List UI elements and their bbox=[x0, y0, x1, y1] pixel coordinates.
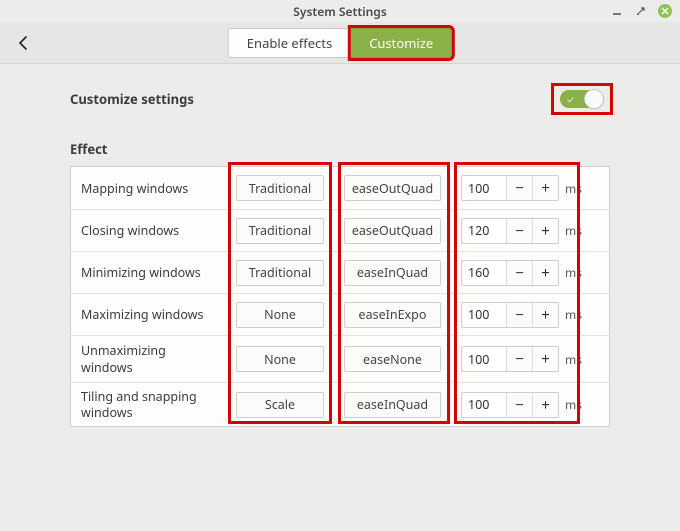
unit-label: ms bbox=[565, 180, 583, 197]
decrement-button[interactable]: − bbox=[506, 219, 532, 243]
table-row: Closing windows Traditional easeOutQuad … bbox=[71, 209, 609, 251]
customize-toggle-label: Customize settings bbox=[70, 90, 194, 108]
decrement-button[interactable]: − bbox=[506, 176, 532, 200]
table-row: Maximizing windows None easeInExpo − + m… bbox=[71, 293, 609, 335]
duration-input[interactable] bbox=[462, 176, 506, 200]
row-label: Maximizing windows bbox=[71, 300, 226, 329]
easing-dropdown[interactable]: easeInQuad bbox=[344, 392, 441, 418]
row-label: Tiling and snapping windows bbox=[71, 383, 226, 426]
window-title: System Settings bbox=[293, 3, 386, 20]
close-icon[interactable] bbox=[658, 4, 672, 18]
increment-button[interactable]: + bbox=[532, 219, 558, 243]
easing-dropdown[interactable]: easeNone bbox=[344, 346, 441, 372]
duration-input[interactable] bbox=[462, 219, 506, 243]
unit-label: ms bbox=[565, 306, 583, 323]
duration-spinner: − + ms bbox=[461, 346, 591, 372]
unit-label: ms bbox=[565, 222, 583, 239]
decrement-button[interactable]: − bbox=[506, 393, 532, 417]
check-icon: ✓ bbox=[567, 94, 574, 104]
duration-spinner: − + ms bbox=[461, 260, 591, 286]
style-dropdown[interactable]: None bbox=[236, 346, 324, 372]
customize-toggle-row: Customize settings ✓ bbox=[70, 86, 610, 112]
duration-input[interactable] bbox=[462, 261, 506, 285]
increment-button[interactable]: + bbox=[532, 393, 558, 417]
row-label: Closing windows bbox=[71, 216, 226, 245]
increment-button[interactable]: + bbox=[532, 176, 558, 200]
increment-button[interactable]: + bbox=[532, 347, 558, 371]
style-dropdown[interactable]: Traditional bbox=[236, 218, 324, 244]
style-dropdown[interactable]: Scale bbox=[236, 392, 324, 418]
row-label: Minimizing windows bbox=[71, 258, 226, 287]
table-row: Minimizing windows Traditional easeInQua… bbox=[71, 251, 609, 293]
window-controls bbox=[610, 0, 672, 22]
table-row: Tiling and snapping windows Scale easeIn… bbox=[71, 382, 609, 426]
increment-button[interactable]: + bbox=[532, 261, 558, 285]
easing-dropdown[interactable]: easeOutQuad bbox=[344, 175, 441, 201]
table-row: Unmaximizing windows None easeNone − + m… bbox=[71, 335, 609, 382]
duration-spinner: − + ms bbox=[461, 302, 591, 328]
easing-dropdown[interactable]: easeOutQuad bbox=[344, 218, 441, 244]
decrement-button[interactable]: − bbox=[506, 347, 532, 371]
style-dropdown[interactable]: Traditional bbox=[236, 175, 324, 201]
toggle-knob bbox=[584, 89, 604, 109]
effects-table: Mapping windows Traditional easeOutQuad … bbox=[70, 166, 610, 427]
easing-dropdown[interactable]: easeInExpo bbox=[344, 302, 441, 328]
duration-spinner: − + ms bbox=[461, 392, 591, 418]
decrement-button[interactable]: − bbox=[506, 261, 532, 285]
style-dropdown[interactable]: None bbox=[236, 302, 324, 328]
decrement-button[interactable]: − bbox=[506, 303, 532, 327]
titlebar: System Settings bbox=[0, 0, 680, 22]
effects-table-wrap: Mapping windows Traditional easeOutQuad … bbox=[70, 166, 610, 427]
section-heading: Effect bbox=[70, 140, 610, 158]
duration-input[interactable] bbox=[462, 393, 506, 417]
duration-input[interactable] bbox=[462, 347, 506, 371]
tab-enable-effects[interactable]: Enable effects bbox=[228, 28, 351, 58]
duration-input[interactable] bbox=[462, 303, 506, 327]
maximize-icon[interactable] bbox=[634, 4, 648, 18]
back-button[interactable] bbox=[10, 29, 38, 57]
minimize-icon[interactable] bbox=[610, 4, 624, 18]
unit-label: ms bbox=[565, 264, 583, 281]
tab-segment: Enable effects Customize bbox=[228, 28, 452, 58]
content-area: Customize settings ✓ Effect Mapping wind… bbox=[0, 64, 680, 427]
increment-button[interactable]: + bbox=[532, 303, 558, 327]
duration-spinner: − + ms bbox=[461, 218, 591, 244]
customize-toggle[interactable]: ✓ bbox=[554, 86, 610, 112]
duration-spinner: − + ms bbox=[461, 175, 591, 201]
tab-customize[interactable]: Customize bbox=[351, 28, 452, 58]
unit-label: ms bbox=[565, 396, 583, 413]
table-row: Mapping windows Traditional easeOutQuad … bbox=[71, 167, 609, 209]
header-toolbar: Enable effects Customize bbox=[0, 22, 680, 64]
easing-dropdown[interactable]: easeInQuad bbox=[344, 260, 441, 286]
row-label: Unmaximizing windows bbox=[71, 336, 226, 382]
row-label: Mapping windows bbox=[71, 174, 226, 203]
unit-label: ms bbox=[565, 351, 583, 368]
style-dropdown[interactable]: Traditional bbox=[236, 260, 324, 286]
